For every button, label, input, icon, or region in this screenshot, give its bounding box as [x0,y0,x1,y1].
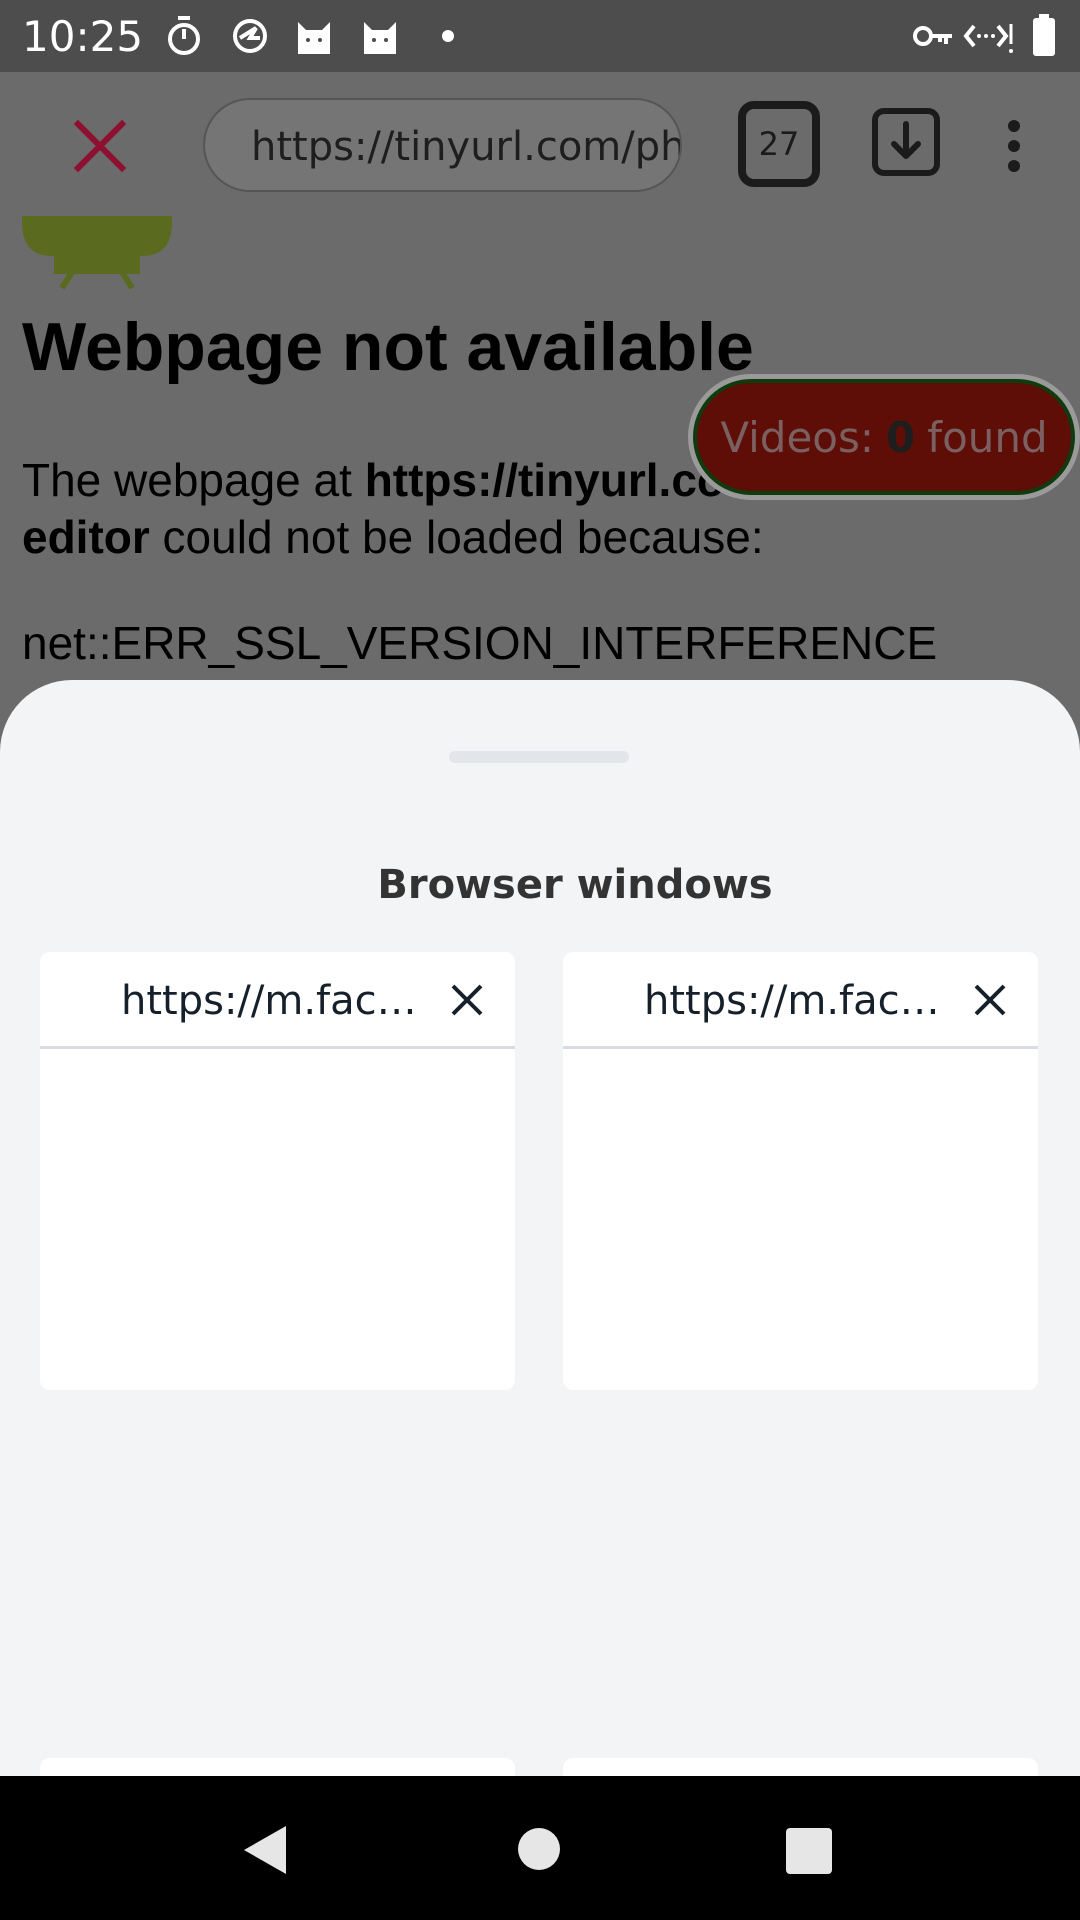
browser-windows-sheet: Browser windows https://m.facebook.com h… [0,680,1080,1776]
error-heading: Webpage not available [22,309,754,385]
recents-icon[interactable] [786,1828,832,1874]
close-window-icon[interactable] [972,982,1008,1018]
sheet-drag-handle[interactable] [449,751,629,763]
window-card-header: https://m.facebook.com [563,952,1038,1049]
url-text: https://tinyurl.com/ph [251,124,682,170]
browser-toolbar: https://tinyurl.com/ph 27 [0,72,1080,216]
download-button[interactable] [872,108,940,176]
error-code: net::ERR_SSL_VERSION_INTERFERENCE [22,617,938,669]
stopwatch-icon [168,16,200,55]
browser-window-card[interactable] [40,1758,515,1776]
close-window-icon[interactable] [449,982,485,1018]
videos-suffix: found [927,412,1048,462]
message-url-end: editor [22,511,150,563]
cat-app-icon [364,22,396,54]
android-robot-icon [22,216,172,290]
data-transfer-icon [963,24,1013,53]
status-time: 10:25 [22,12,144,61]
message-suffix: could not be loaded because: [149,511,764,563]
url-bar[interactable]: https://tinyurl.com/ph [203,98,682,192]
close-icon[interactable] [72,118,128,174]
tab-count-button[interactable]: 27 [738,101,820,187]
sheet-title: Browser windows [377,862,773,908]
window-card-header: https://m.facebook.com [40,952,515,1049]
battery-icon [1033,14,1055,56]
message-prefix: The webpage at [22,454,365,506]
window-url: https://m.facebook.com [644,978,944,1024]
browser-window-card[interactable]: https://m.facebook.com [563,952,1038,1390]
message-url: https://tinyurl.co [364,454,726,506]
back-icon[interactable] [242,1824,288,1876]
browser-window-card[interactable] [563,1758,1038,1776]
status-bar: 10:25 [0,0,1080,72]
cat-app-icon [298,22,330,54]
sync-app-icon [233,19,267,53]
videos-count: 0 [886,412,916,462]
browser-window-card[interactable]: https://m.facebook.com [40,952,515,1390]
videos-found-button[interactable]: Videos: 0 found [688,374,1080,500]
navigation-bar [0,1776,1080,1920]
notification-dot-icon [442,30,454,42]
vpn-key-icon [913,26,952,46]
videos-label: Videos: [720,412,875,462]
download-icon [891,121,921,159]
more-vert-icon[interactable] [1000,118,1028,174]
home-icon[interactable] [518,1828,560,1870]
window-url: https://m.facebook.com [121,978,421,1024]
